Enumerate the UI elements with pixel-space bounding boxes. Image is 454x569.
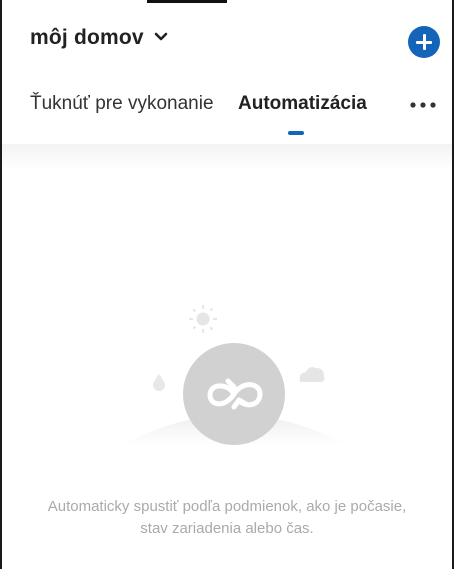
add-icon[interactable] — [408, 26, 440, 58]
tab-bar: Ťuknúť pre vykonanie Automatizácia — [30, 90, 440, 140]
cloud-icon — [299, 367, 325, 382]
active-tab-indicator — [288, 131, 304, 135]
empty-state-message: Automaticky spustiť podľa podmienok, ako… — [47, 498, 407, 537]
status-bar-mark — [147, 0, 227, 3]
tab-tap-to-run[interactable]: Ťuknúť pre vykonanie — [30, 93, 214, 115]
sun-icon — [189, 305, 217, 333]
header: môj domov — [30, 18, 440, 64]
more-horizontal-icon[interactable] — [410, 102, 436, 108]
chevron-down-icon[interactable] — [154, 32, 168, 42]
home-selector[interactable]: môj domov — [30, 26, 144, 50]
tab-automation[interactable]: Automatizácia — [238, 93, 367, 115]
empty-state-illustration — [122, 305, 347, 445]
water-drop-icon — [153, 374, 165, 391]
left-edge-divider — [0, 0, 2, 569]
content-top-shadow — [2, 144, 452, 170]
